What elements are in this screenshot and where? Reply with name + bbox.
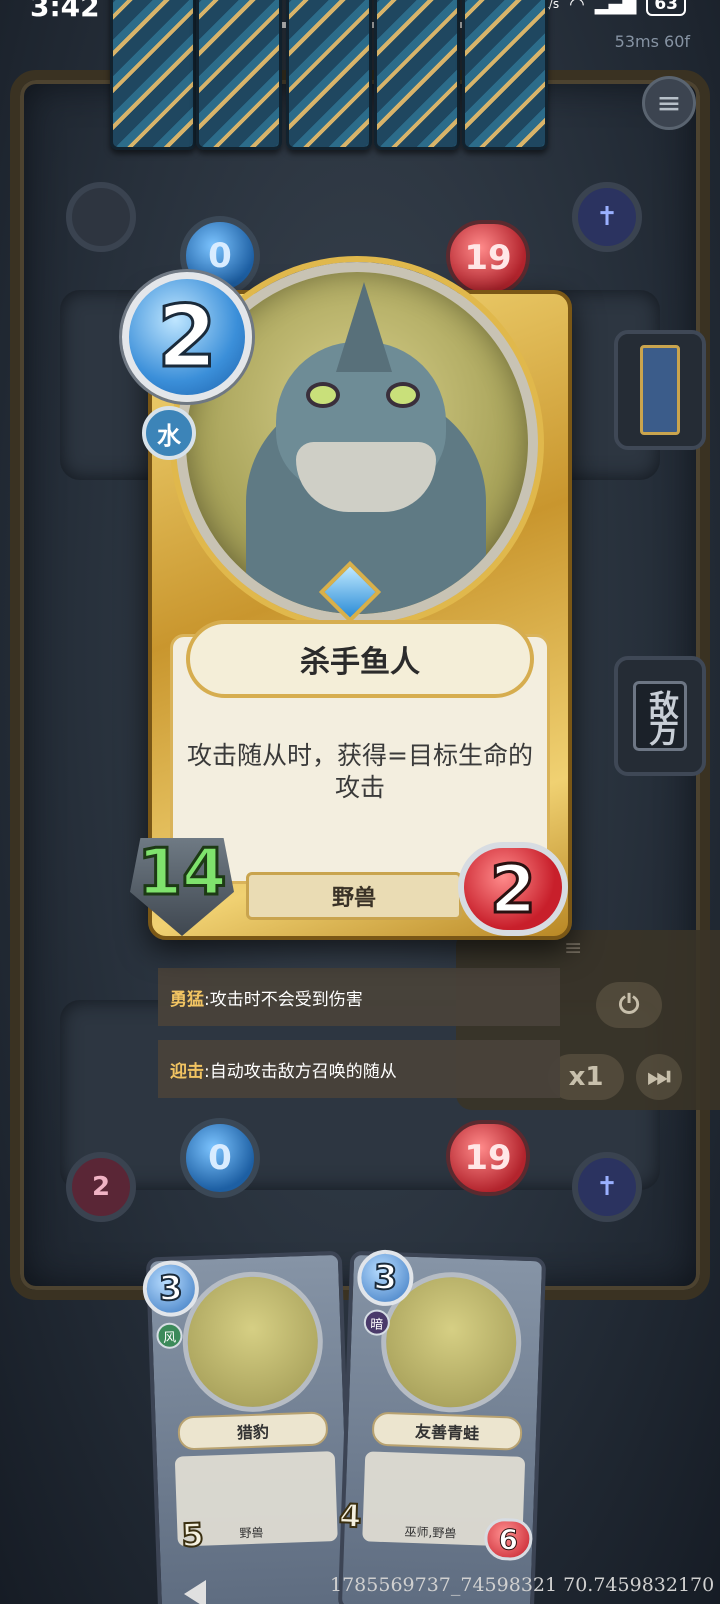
- nav-back-icon[interactable]: [184, 1580, 206, 1604]
- enemy-info-box[interactable]: 敌方: [614, 656, 706, 776]
- card-health-heart: 2: [458, 842, 568, 936]
- skip-icon[interactable]: ⏭: [636, 1054, 682, 1100]
- card-name: 杀手鱼人: [186, 620, 534, 698]
- footer-number-text: 1785569737_74598321 70.7459832170: [330, 1574, 715, 1596]
- player-deck-token[interactable]: ✝: [572, 1152, 642, 1222]
- enemy-label: 敌方: [633, 681, 687, 751]
- battery-indicator: 63: [646, 0, 686, 16]
- panel-handle-icon: ≡: [564, 936, 583, 961]
- hand-card-type: 巫师,野兽: [404, 1524, 457, 1541]
- deck-pile-box[interactable]: [614, 330, 706, 450]
- fps-readout: 53ms 60f: [614, 32, 690, 51]
- monster-fin: [336, 282, 392, 372]
- cheetah-portrait: [180, 1269, 326, 1415]
- opponent-hand-card: [462, 0, 548, 150]
- hand-card-attack: 4: [337, 1495, 363, 1536]
- opponent-hand-card: [110, 0, 196, 150]
- monster-eye: [386, 382, 420, 408]
- power-icon[interactable]: ⏻: [596, 982, 662, 1028]
- monster-eye: [306, 382, 340, 408]
- ability-keyword: 勇猛: [170, 989, 204, 1010]
- opponent-deck-token[interactable]: ✝: [572, 182, 642, 252]
- opponent-graveyard-token[interactable]: [66, 182, 136, 252]
- player-mana-token: 0: [180, 1118, 260, 1198]
- opponent-hand-card: [286, 0, 372, 150]
- hand-card-attack: 5: [180, 1515, 206, 1556]
- opponent-hand-card: [196, 0, 282, 150]
- player-life-heart: 19: [446, 1120, 530, 1196]
- hamburger-menu-icon[interactable]: ≡: [642, 76, 696, 130]
- hand-card-type: 野兽: [239, 1525, 264, 1541]
- card-element-badge: 水: [142, 406, 196, 460]
- hand-card-cheetah[interactable]: 3 风 猎豹 野兽 5: [141, 1250, 355, 1604]
- ability-text: :攻击时不会受到伤害: [204, 989, 363, 1010]
- card-cost-orb: 2: [122, 272, 252, 402]
- hand-card-name: 猎豹: [177, 1411, 329, 1451]
- wifi-icon: ◠: [569, 0, 585, 15]
- hand-card-friendly-frog[interactable]: 3 暗 友善青蛙 巫师,野兽 4 6: [337, 1248, 547, 1604]
- ability-text: :自动攻击敌方召唤的随从: [204, 1061, 397, 1082]
- ability-keyword: 迎击: [170, 1061, 204, 1082]
- card-attack: 14: [136, 835, 228, 912]
- signal-icon: ▂▄▆: [594, 0, 637, 15]
- hand-card-element: 风: [156, 1322, 183, 1350]
- player-graveyard-token[interactable]: 2: [66, 1152, 136, 1222]
- deck-pile-icon: [640, 345, 680, 435]
- card-type: 野兽: [246, 872, 462, 920]
- hand-card-name: 友善青蛙: [371, 1411, 523, 1451]
- monster-jaw: [296, 442, 436, 512]
- ability-tooltip: 勇猛:攻击时不会受到伤害: [158, 968, 560, 1026]
- ability-tooltip: 迎击:自动攻击敌方召唤的随从: [158, 1040, 560, 1098]
- opponent-life-heart: 19: [446, 220, 530, 296]
- status-time: 3:42: [30, 0, 100, 23]
- opponent-hand-card: [374, 0, 460, 150]
- hand-card-health: 6: [483, 1517, 534, 1562]
- card-description: 攻击随从时，获得=目标生命的攻击: [187, 741, 533, 802]
